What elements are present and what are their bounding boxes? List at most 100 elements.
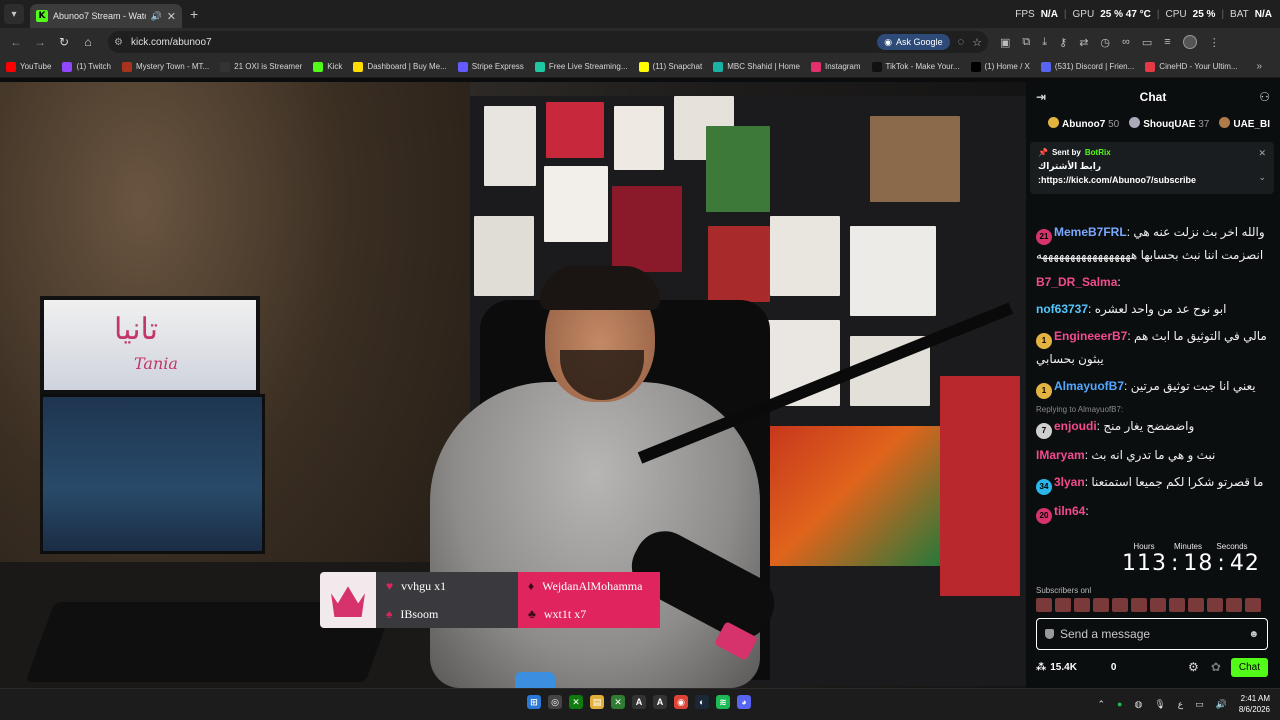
download-icon[interactable]: ⤓ — [1042, 36, 1047, 49]
close-tab-icon[interactable]: ✕ — [167, 10, 176, 23]
chat-users-icon[interactable]: ⚇ — [1259, 90, 1270, 104]
start-icon[interactable]: ⊞ — [527, 695, 541, 709]
address-bar[interactable]: ⚙ kick.com/abunoo7 ◉ Ask Google ◌ ☆ — [108, 31, 988, 53]
collapse-chat-icon[interactable]: ⇥ — [1036, 90, 1046, 104]
bot-name[interactable]: BotRix — [1085, 148, 1111, 157]
key-icon[interactable]: ⚷ — [1059, 36, 1067, 49]
bookmark-item[interactable]: (11) Snapchat — [638, 61, 702, 72]
chat-username[interactable]: AlmayuofB7 — [1054, 379, 1124, 393]
spotify-tray-icon[interactable]: ● — [1117, 699, 1122, 709]
leader-item[interactable]: UAE_BI — [1219, 116, 1270, 130]
bookmark-favicon-icon — [970, 61, 981, 72]
translate-icon[interactable]: ⇄ — [1079, 36, 1088, 49]
bookmark-item[interactable]: Instagram — [810, 61, 861, 72]
monitor-icon[interactable]: ▭ — [1195, 699, 1204, 710]
stream-video[interactable]: تانيا Tania ♥ vvhgu x1 ♠ IBsoom ♦ WejdanAlM… — [0, 82, 1026, 688]
gift-icon[interactable]: ✿ — [1211, 660, 1221, 674]
clock[interactable]: 2:41 AM 8/6/2026 — [1239, 693, 1270, 715]
settings-gear-icon[interactable]: ⚙ — [1188, 660, 1199, 674]
site-info-icon[interactable]: ⚙ — [114, 37, 123, 48]
reload-button[interactable]: ↻ — [52, 30, 76, 54]
bookmark-item[interactable]: CineHD - Your Ultim... — [1145, 61, 1238, 72]
chevron-up-icon[interactable]: ⌃ — [1097, 699, 1105, 710]
ask-google-button[interactable]: ◉ Ask Google — [877, 34, 950, 50]
bookmarks-more-icon[interactable]: » — [1256, 61, 1262, 72]
excel-icon[interactable]: ✕ — [611, 695, 625, 709]
chat-username[interactable]: tiln64 — [1054, 504, 1085, 518]
spotify-icon[interactable]: ≋ — [716, 695, 730, 709]
back-button[interactable]: ← — [4, 30, 28, 54]
discord-icon[interactable]: ◕ — [737, 695, 751, 709]
bookmark-item[interactable]: Free Live Streaming... — [534, 61, 628, 72]
chat-message[interactable]: IMaryam: نبث و هي ما تدري انه بث — [1036, 445, 1270, 466]
chat-username[interactable]: IMaryam — [1036, 448, 1085, 462]
volume-icon[interactable]: 🔊 — [1216, 699, 1227, 710]
chat-message[interactable]: 1 EngineeerB7: مالي في التوثيق ما ابث هم … — [1036, 326, 1270, 370]
spade-icon: ♠ — [386, 606, 393, 621]
chat-input[interactable] — [1060, 627, 1243, 641]
chat-text: ابو نوح عد من واحد لعشره — [1094, 302, 1227, 316]
chat-username[interactable]: MemeB7FRL — [1054, 225, 1127, 239]
forward-button[interactable]: → — [28, 30, 52, 54]
chat-username[interactable]: B7_DR_Salma — [1036, 275, 1117, 289]
star-icon[interactable]: ☆ — [972, 36, 982, 49]
task-view-icon[interactable]: ◎ — [548, 695, 562, 709]
bookmark-item[interactable]: TikTok - Make Your... — [871, 61, 960, 72]
chat-username[interactable]: 3lyan — [1054, 475, 1085, 489]
chat-message[interactable]: 1 AlmayuofB7: يعني انا جبت توثيق مرتين — [1036, 376, 1270, 399]
chat-message[interactable]: 21 MemeB7FRL: والله اخر بث نزلت عنه هي ان… — [1036, 222, 1270, 266]
unpin-icon[interactable]: ✕ — [1258, 148, 1266, 159]
bookmark-item[interactable]: (531) Discord | Frien... — [1040, 61, 1134, 72]
bookmark-item[interactable]: Kick — [313, 61, 342, 72]
history-icon[interactable]: ◷ — [1100, 36, 1110, 49]
profile-avatar[interactable] — [1182, 35, 1197, 49]
chat-message[interactable]: 34 3lyan: ما قصرتو شكرا لكم جميعا استمتعن… — [1036, 472, 1270, 495]
new-tab-button[interactable]: + — [190, 6, 198, 22]
a-app-2-icon[interactable]: A — [653, 695, 667, 709]
file-explorer-icon[interactable]: ▤ — [590, 695, 604, 709]
steam-icon[interactable]: ◐ — [695, 695, 709, 709]
home-button[interactable]: ⌂ — [76, 30, 100, 54]
bookmark-label: Stripe Express — [471, 62, 524, 71]
expand-pinned-icon[interactable]: ⌄ — [1258, 172, 1266, 183]
chat-username[interactable]: enjoudi — [1054, 419, 1097, 433]
speaker-icon[interactable]: 🔊 — [151, 11, 162, 22]
active-tab[interactable]: K Abunoo7 Stream - Watch L 🔊 ✕ — [30, 4, 182, 28]
bookmark-item[interactable]: MBC Shahid | Home — [713, 61, 800, 72]
send-chat-button[interactable]: Chat — [1230, 657, 1268, 677]
menu-dots-icon[interactable]: ⋮ — [1209, 36, 1220, 49]
chat-username[interactable]: EngineeerB7 — [1054, 329, 1127, 343]
link-icon[interactable]: ∞ — [1122, 36, 1130, 48]
extensions-icon[interactable]: ⧉ — [1022, 36, 1030, 49]
tab-search-button[interactable]: ▾ — [4, 4, 24, 24]
chat-message[interactable]: B7_DR_Salma: — [1036, 272, 1270, 293]
microphone-tray-icon[interactable]: 🎙 — [1154, 699, 1165, 710]
url-text[interactable]: kick.com/abunoo7 — [131, 37, 869, 48]
bookmark-item[interactable]: 21 OXI is Streamer — [220, 61, 302, 72]
a-app-icon[interactable]: A — [632, 695, 646, 709]
chrome-icon[interactable]: ◉ — [674, 695, 688, 709]
pinned-message[interactable]: 📌 Sent by BotRix رابط الأشتراك :https://ki… — [1030, 142, 1274, 194]
screenshot-icon[interactable]: ▣ — [1000, 36, 1010, 49]
playlist-icon[interactable]: ≡ — [1164, 36, 1170, 48]
pinned-link[interactable]: :https://kick.com/Abunoo7/subscribe — [1038, 175, 1266, 185]
xbox-icon[interactable]: ✕ — [569, 695, 583, 709]
wallet-icon[interactable]: ▭ — [1142, 36, 1152, 49]
chat-message[interactable]: 20 tiln64: — [1036, 501, 1270, 524]
leader-item[interactable]: ShouqUAE 37 — [1129, 116, 1209, 130]
chat-username[interactable]: nof63737 — [1036, 302, 1088, 316]
bookmark-item[interactable]: (1) Home / X — [970, 61, 1030, 72]
emoji-icon[interactable]: ☻ — [1248, 629, 1259, 640]
bookmark-item[interactable]: Dashboard | Buy Me... — [353, 61, 447, 72]
xbox-tray-icon[interactable]: ◍ — [1134, 699, 1142, 710]
input-language[interactable]: ع — [1178, 699, 1183, 710]
kicks-balance[interactable]: ⁂ 15.4K — [1036, 662, 1077, 673]
chat-message[interactable]: 7 enjoudi: واضضضح يغار منج — [1036, 416, 1270, 439]
bookmark-item[interactable]: (1) Twitch — [62, 61, 111, 72]
bookmark-item[interactable]: Stripe Express — [457, 61, 524, 72]
chat-message[interactable]: nof63737: ابو نوح عد من واحد لعشره — [1036, 299, 1270, 320]
bookmark-item[interactable]: Mystery Town - MT... — [121, 61, 209, 72]
eye-off-icon[interactable]: ◌ — [958, 36, 965, 48]
bookmark-item[interactable]: YouTube — [6, 61, 51, 72]
leader-item[interactable]: Abunoo7 50 — [1048, 116, 1119, 130]
